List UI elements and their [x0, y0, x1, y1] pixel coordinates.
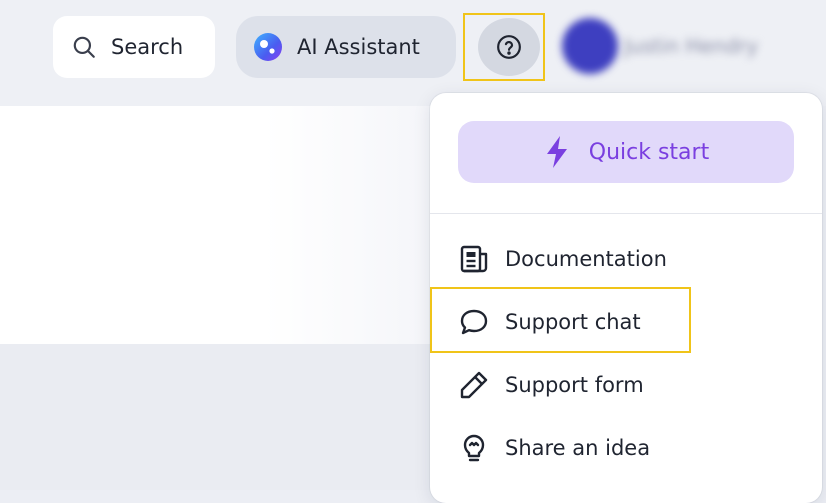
quick-start-button[interactable]: Quick start	[458, 121, 794, 183]
avatar[interactable]	[562, 18, 618, 74]
menu-item-label: Support form	[505, 373, 644, 397]
menu-item-documentation[interactable]: Documentation	[458, 237, 788, 281]
help-button[interactable]	[478, 18, 540, 76]
menu-item-label: Share an idea	[505, 436, 651, 460]
lightning-icon	[546, 136, 567, 168]
ai-assistant-icon	[254, 33, 282, 61]
top-bar: Search AI Assistant Justin Hendry	[0, 0, 826, 106]
support-chat-highlight	[430, 287, 691, 353]
menu-item-share-idea[interactable]: Share an idea	[458, 426, 788, 470]
book-icon	[460, 245, 488, 273]
question-mark-icon	[497, 35, 521, 59]
content-panel	[0, 106, 440, 344]
pencil-icon	[460, 371, 488, 399]
menu-divider	[430, 213, 822, 214]
menu-item-support-form[interactable]: Support form	[458, 363, 788, 407]
search-icon	[73, 36, 95, 58]
background-area	[0, 344, 440, 490]
ai-assistant-label: AI Assistant	[297, 35, 420, 59]
quick-start-label: Quick start	[588, 139, 710, 165]
username[interactable]: Justin Hendry	[624, 34, 764, 58]
menu-item-label: Documentation	[505, 247, 667, 271]
search-label: Search	[111, 35, 184, 59]
lightbulb-icon	[463, 434, 485, 462]
search-button[interactable]: Search	[53, 16, 215, 78]
ai-assistant-button[interactable]: AI Assistant	[236, 16, 456, 78]
